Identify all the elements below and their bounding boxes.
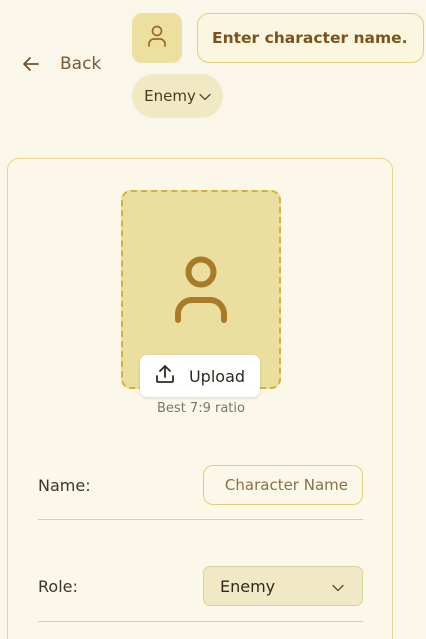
name-label: Name: — [38, 476, 91, 495]
character-card: Upload Best 7:9 ratio Name: Role: Enemy — [7, 158, 393, 639]
user-icon — [146, 24, 168, 52]
role-select-value: Enemy — [220, 576, 276, 596]
divider — [38, 519, 363, 520]
arrow-left-icon — [22, 56, 40, 72]
character-avatar-button[interactable] — [132, 13, 182, 63]
chevron-down-icon — [199, 87, 211, 105]
role-select[interactable]: Enemy — [203, 566, 363, 606]
character-name-title-input[interactable] — [197, 13, 424, 63]
divider — [38, 621, 363, 622]
chevron-down-icon — [332, 577, 344, 596]
ratio-hint: Best 7:9 ratio — [157, 401, 245, 416]
back-button[interactable]: Back — [22, 54, 101, 74]
upload-icon — [155, 364, 175, 388]
upload-button[interactable]: Upload — [140, 355, 260, 397]
user-icon — [173, 256, 229, 328]
role-selector-pill[interactable]: Enemy — [132, 74, 223, 118]
upload-label: Upload — [188, 366, 246, 386]
back-label: Back — [60, 54, 102, 74]
role-label: Role: — [38, 577, 78, 596]
role-pill-label: Enemy — [144, 87, 196, 105]
character-name-input[interactable] — [203, 465, 363, 505]
